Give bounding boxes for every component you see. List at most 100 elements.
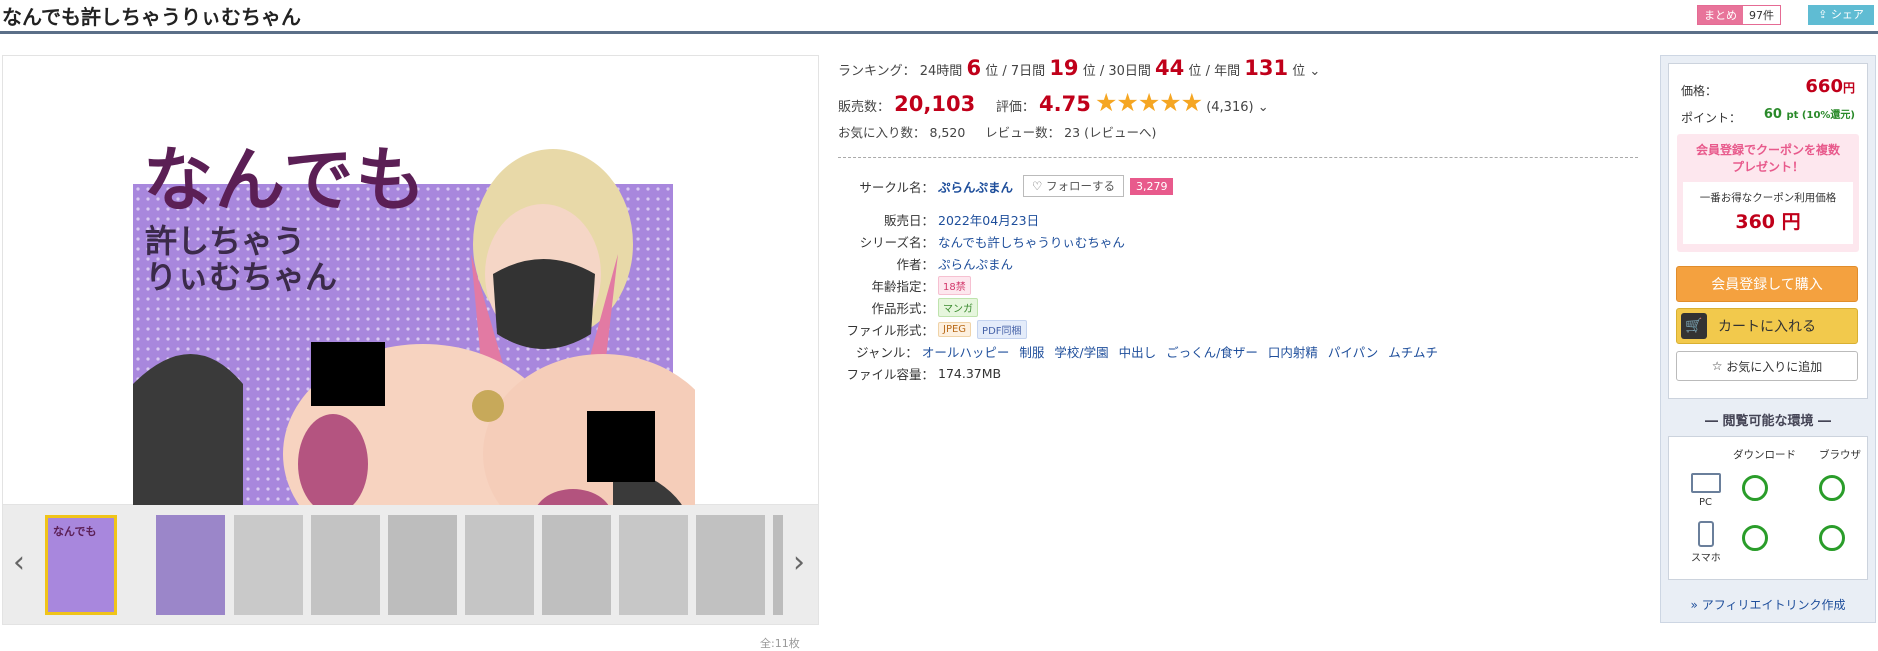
genre-link[interactable]: 学校/学園 [1054, 342, 1108, 361]
coupon-box[interactable]: 会員登録でクーポンを複数 プレゼント！ 一番お得なクーポン利用価格 360 円 [1677, 134, 1859, 252]
page-title: なんでも許しちゃうりぃむちゃん [2, 5, 301, 29]
cart-icon: 🛒 [1681, 313, 1707, 339]
genre-label: ジャンル： [855, 344, 918, 360]
detail-size-row: ファイル容量： 174.37MB [838, 363, 1438, 383]
genre-link[interactable]: オールハッピー [922, 342, 1010, 361]
rank-year-value: 131 [1244, 56, 1289, 80]
series-label: シリーズ名： [859, 234, 934, 250]
detail-age-row: 年齢指定： 18禁 [838, 275, 1438, 295]
rating-value: 4.75 [1039, 92, 1091, 116]
rank-unit: 位 [1292, 64, 1306, 79]
coupon-price: 360 円 [1735, 211, 1801, 233]
age-badge: 18禁 [938, 275, 971, 295]
pc-download-ok-icon [1742, 475, 1768, 501]
purchase-sidebar: 価格： 660円 ポイント： 60 pt (10%還元) 会員登録でクーポンを複… [1660, 55, 1876, 623]
follow-label: フォローする [1045, 179, 1115, 193]
thumbnail[interactable] [156, 515, 225, 615]
detail-file-row: ファイル形式： JPEG PDF同梱 [838, 319, 1438, 339]
thumbnail[interactable] [234, 515, 303, 615]
detail-series-row: シリーズ名： なんでも許しちゃうりぃむちゃん [838, 231, 1438, 251]
register-buy-label: 会員登録して購入 [1711, 277, 1823, 293]
review-value: 23 [1064, 125, 1081, 140]
ranking-label: ランキング： [838, 64, 916, 79]
thumbnail[interactable] [619, 515, 688, 615]
fav-row: お気に入り数： 8,520 レビュー数： 23 (レビューへ) [838, 122, 1156, 141]
price-label: 価格： [1681, 84, 1718, 98]
ranking-expand-icon[interactable]: ⌄ [1309, 64, 1320, 79]
thumbnail[interactable] [388, 515, 457, 615]
thumb-prev-arrow-icon[interactable]: ‹ [13, 545, 25, 580]
rank-7d-value: 19 [1049, 56, 1079, 80]
point-value-wrap: 60 pt (10%還元) [1764, 106, 1855, 122]
coupon-sub: 一番お得なクーポン利用価格 [1699, 192, 1837, 204]
thumbnail[interactable] [465, 515, 534, 615]
series-link[interactable]: なんでも許しちゃうりぃむちゃん [938, 232, 1125, 251]
format-badge[interactable]: マンガ [938, 297, 978, 317]
main-image-panel: なんでも 許しちゃう りぃむちゃん [2, 55, 819, 547]
add-to-cart-button[interactable]: 🛒 カートに入れる [1676, 308, 1858, 344]
register-buy-button[interactable]: 会員登録して購入 [1676, 266, 1858, 302]
follow-button[interactable]: ♡ フォローする [1023, 175, 1124, 197]
genre-link[interactable]: ごっくん/食ザー [1166, 342, 1258, 361]
detail-author-row: 作者： ぷらんぷまん [838, 253, 1438, 273]
matome-button[interactable]: まとめ 97件 [1697, 5, 1781, 25]
cover-title-line-1: なんでも [143, 139, 428, 221]
detail-genre-row: ジャンル： オールハッピー 制服 学校/学園 中出し ごっくん/食ザー 口内射精… [838, 341, 1438, 361]
env-title: ― 閲覧可能な環境 ― [1704, 414, 1832, 429]
share-button[interactable]: ⇪ シェア [1808, 5, 1874, 25]
genre-link[interactable]: パイパン [1328, 342, 1378, 361]
thumbnail[interactable] [311, 515, 380, 615]
add-favorite-button[interactable]: ☆ お気に入りに追加 [1676, 351, 1858, 381]
row-pc-label: PC [1699, 497, 1713, 508]
cover-image[interactable]: なんでも 許しちゃう りぃむちゃん [133, 124, 695, 547]
rating-expand-icon[interactable]: ⌄ [1258, 100, 1269, 115]
author-label: 作者： [896, 256, 934, 272]
rank-unit: 位 [1082, 64, 1096, 79]
thumbnail[interactable] [773, 515, 783, 615]
price-value-wrap: 660円 [1805, 76, 1855, 97]
review-label: レビュー数： [985, 125, 1061, 140]
price-value: 660 [1805, 76, 1843, 97]
genre-link[interactable]: 口内射精 [1268, 342, 1318, 361]
thumbnail[interactable] [542, 515, 611, 615]
add-favorite-label: お気に入りに追加 [1726, 359, 1823, 374]
rank-30d-value: 44 [1155, 56, 1185, 80]
thumb-next-arrow-icon[interactable]: › [793, 545, 805, 580]
phone-browser-ok-icon [1819, 525, 1845, 551]
col-browser: ブラウザ [1819, 449, 1861, 461]
thumbnail-strip: ‹ なんでも › [2, 505, 819, 625]
thumbnail[interactable] [696, 515, 765, 615]
affiliate-link[interactable]: » アフィリエイトリンク作成 [1661, 596, 1875, 613]
env-box: ダウンロード ブラウザ PC スマホ [1668, 436, 1868, 580]
coupon-inner: 一番お得なクーポン利用価格 360 円 [1683, 182, 1853, 244]
point-label: ポイント： [1681, 111, 1742, 125]
detail-release-row: 販売日： 2022年04月23日 [838, 209, 1438, 229]
cover-title-line-3: りぃむちゃん [145, 258, 338, 296]
page-header: なんでも許しちゃうりぃむちゃん まとめ 97件 ⇪ シェア [0, 0, 1878, 34]
detail-circle-row: サークル名： ぷらんぷまん ♡ フォローする 3,279 [838, 175, 1438, 197]
affiliate-label: アフィリエイトリンク作成 [1701, 598, 1846, 612]
circle-link[interactable]: ぷらんぷまん [938, 177, 1013, 196]
purchase-box: 価格： 660円 ポイント： 60 pt (10%還元) 会員登録でクーポンを複… [1668, 63, 1868, 399]
age-label: 年齢指定： [871, 278, 934, 294]
detail-format-row: 作品形式： マンガ [838, 297, 1438, 317]
point-value: 60 [1763, 107, 1782, 122]
fav-label: お気に入り数： [838, 125, 926, 140]
genre-link[interactable]: 中出し [1119, 342, 1157, 361]
col-download: ダウンロード [1733, 449, 1796, 461]
file-label: ファイル形式： [846, 322, 934, 338]
add-to-cart-label: カートに入れる [1718, 319, 1816, 335]
price-unit: 円 [1842, 81, 1855, 95]
thumbnail[interactable]: なんでも [45, 515, 117, 615]
rating-count: (4,316) [1206, 100, 1254, 115]
review-link[interactable]: (レビューへ) [1084, 125, 1156, 140]
genre-link[interactable]: ムチムチ [1388, 342, 1438, 361]
author-link[interactable]: ぷらんぷまん [938, 254, 1013, 273]
sales-row: 販売数： 20,103 評価： 4.75 ★★★★★ (4,316) ⌄ [838, 88, 1269, 117]
release-date-link[interactable]: 2022年04月23日 [938, 210, 1039, 229]
genre-link[interactable]: 制服 [1019, 342, 1044, 361]
divider [838, 157, 1638, 158]
row-phone-label: スマホ [1691, 553, 1721, 564]
fav-value: 8,520 [929, 125, 966, 140]
coupon-title-2: プレゼント！ [1731, 160, 1804, 174]
